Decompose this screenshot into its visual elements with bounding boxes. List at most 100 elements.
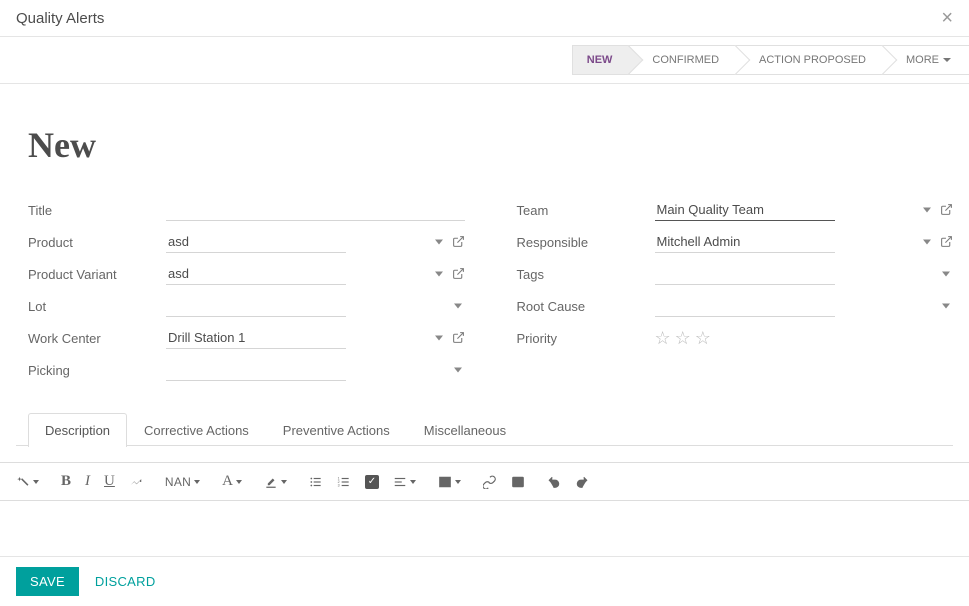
field-label: Responsible	[505, 235, 655, 250]
form-sheet: New Title Product	[0, 84, 969, 462]
status-step-new[interactable]: NEW	[572, 45, 631, 75]
chevron-down-icon[interactable]	[923, 208, 931, 213]
image-icon[interactable]	[511, 475, 525, 489]
field-label: Work Center	[16, 331, 166, 346]
field-label: Team	[505, 203, 655, 218]
left-column: Title Product	[16, 196, 465, 388]
chevron-down-icon[interactable]	[435, 272, 443, 277]
chevron-down-icon	[410, 480, 416, 484]
chevron-down-icon[interactable]	[435, 336, 443, 341]
picking-input[interactable]	[166, 359, 346, 381]
external-link-icon[interactable]	[940, 203, 953, 218]
font-size-select[interactable]: NAN	[165, 475, 200, 489]
field-label: Tags	[505, 267, 655, 282]
lot-input[interactable]	[166, 295, 346, 317]
chevron-down-icon[interactable]	[454, 304, 462, 309]
product-input[interactable]	[166, 231, 346, 253]
field-label: Lot	[16, 299, 166, 314]
align-icon[interactable]	[393, 475, 416, 489]
undo-icon[interactable]	[547, 475, 561, 489]
chevron-down-icon	[236, 480, 242, 484]
field-label: Product	[16, 235, 166, 250]
external-link-icon[interactable]	[452, 267, 465, 282]
star-icon[interactable]: ☆	[695, 328, 711, 349]
field-priority-row: Priority ☆ ☆ ☆	[505, 324, 954, 352]
field-team-row: Team	[505, 196, 954, 224]
field-responsible-row: Responsible	[505, 228, 954, 256]
chevron-down-icon	[281, 480, 287, 484]
tabs-container: Description Corrective Actions Preventiv…	[16, 412, 953, 446]
checklist-icon[interactable]: ✓	[365, 475, 379, 489]
link-icon[interactable]	[483, 475, 497, 489]
right-column: Team Responsible	[505, 196, 954, 388]
field-title-row: Title	[16, 196, 465, 224]
chevron-down-icon	[194, 480, 200, 484]
chevron-down-icon[interactable]	[435, 240, 443, 245]
close-icon[interactable]: ×	[941, 8, 953, 28]
editor-toolbar: B I U NAN A	[0, 462, 969, 501]
star-icon[interactable]: ☆	[655, 328, 671, 349]
external-link-icon[interactable]	[452, 235, 465, 250]
save-button[interactable]: SAVE	[16, 567, 79, 596]
field-lot-row: Lot	[16, 292, 465, 320]
chevron-down-icon[interactable]	[942, 304, 950, 309]
dialog-title: Quality Alerts	[16, 10, 104, 27]
svg-text:3: 3	[338, 483, 340, 487]
field-picking-row: Picking	[16, 356, 465, 384]
tags-input[interactable]	[655, 263, 835, 285]
table-icon[interactable]	[438, 475, 461, 489]
bold-button[interactable]: B	[61, 473, 71, 490]
responsible-input[interactable]	[655, 231, 835, 253]
external-link-icon[interactable]	[452, 331, 465, 346]
tab-preventive-actions[interactable]: Preventive Actions	[266, 413, 407, 447]
description-editor[interactable]	[0, 501, 969, 556]
clear-format-icon[interactable]	[129, 475, 143, 489]
numbered-list-icon[interactable]: 123	[337, 475, 351, 489]
tab-description[interactable]: Description	[28, 413, 127, 447]
field-tags-row: Tags	[505, 260, 954, 288]
external-link-icon[interactable]	[940, 235, 953, 250]
chevron-down-icon[interactable]	[454, 368, 462, 373]
chevron-down-icon[interactable]	[942, 272, 950, 277]
field-label: Product Variant	[16, 267, 166, 282]
chevron-down-icon	[943, 58, 951, 62]
dialog-header: Quality Alerts ×	[0, 0, 969, 37]
chevron-down-icon[interactable]	[923, 240, 931, 245]
team-input[interactable]	[655, 199, 835, 221]
work-center-input[interactable]	[166, 327, 346, 349]
statusbar-row: NEW CONFIRMED ACTION PROPOSED MORE	[0, 37, 969, 84]
discard-button[interactable]: DISCARD	[95, 574, 156, 589]
redo-icon[interactable]	[575, 475, 589, 489]
field-label: Root Cause	[505, 299, 655, 314]
star-icon[interactable]: ☆	[675, 328, 691, 349]
title-input[interactable]	[166, 199, 465, 221]
field-label: Title	[16, 203, 166, 218]
field-work-center-row: Work Center	[16, 324, 465, 352]
field-product-variant-row: Product Variant	[16, 260, 465, 288]
status-step-confirmed[interactable]: CONFIRMED	[630, 45, 737, 75]
field-label: Priority	[505, 331, 655, 346]
field-label: Picking	[16, 363, 166, 378]
chevron-down-icon	[455, 480, 461, 484]
field-product-row: Product	[16, 228, 465, 256]
dialog-footer: SAVE DISCARD	[0, 556, 969, 606]
quality-alert-dialog: Quality Alerts × NEW CONFIRMED ACTION PR…	[0, 0, 969, 606]
italic-button[interactable]: I	[85, 473, 90, 490]
product-variant-input[interactable]	[166, 263, 346, 285]
tab-corrective-actions[interactable]: Corrective Actions	[127, 413, 266, 447]
priority-stars: ☆ ☆ ☆	[655, 328, 711, 349]
statusbar: NEW CONFIRMED ACTION PROPOSED MORE	[572, 45, 969, 75]
page-title: New	[28, 124, 953, 166]
root-cause-input[interactable]	[655, 295, 835, 317]
bullet-list-icon[interactable]	[309, 475, 323, 489]
underline-button[interactable]: U	[104, 473, 115, 490]
chevron-down-icon	[33, 480, 39, 484]
tab-miscellaneous[interactable]: Miscellaneous	[407, 413, 523, 447]
tab-list: Description Corrective Actions Preventiv…	[16, 412, 953, 446]
dialog-body: NEW CONFIRMED ACTION PROPOSED MORE New T…	[0, 37, 969, 556]
highlight-icon[interactable]	[264, 475, 287, 489]
field-root-cause-row: Root Cause	[505, 292, 954, 320]
status-step-action-proposed[interactable]: ACTION PROPOSED	[737, 45, 884, 75]
magic-wand-icon[interactable]	[16, 475, 39, 489]
font-color-select[interactable]: A	[222, 473, 242, 490]
